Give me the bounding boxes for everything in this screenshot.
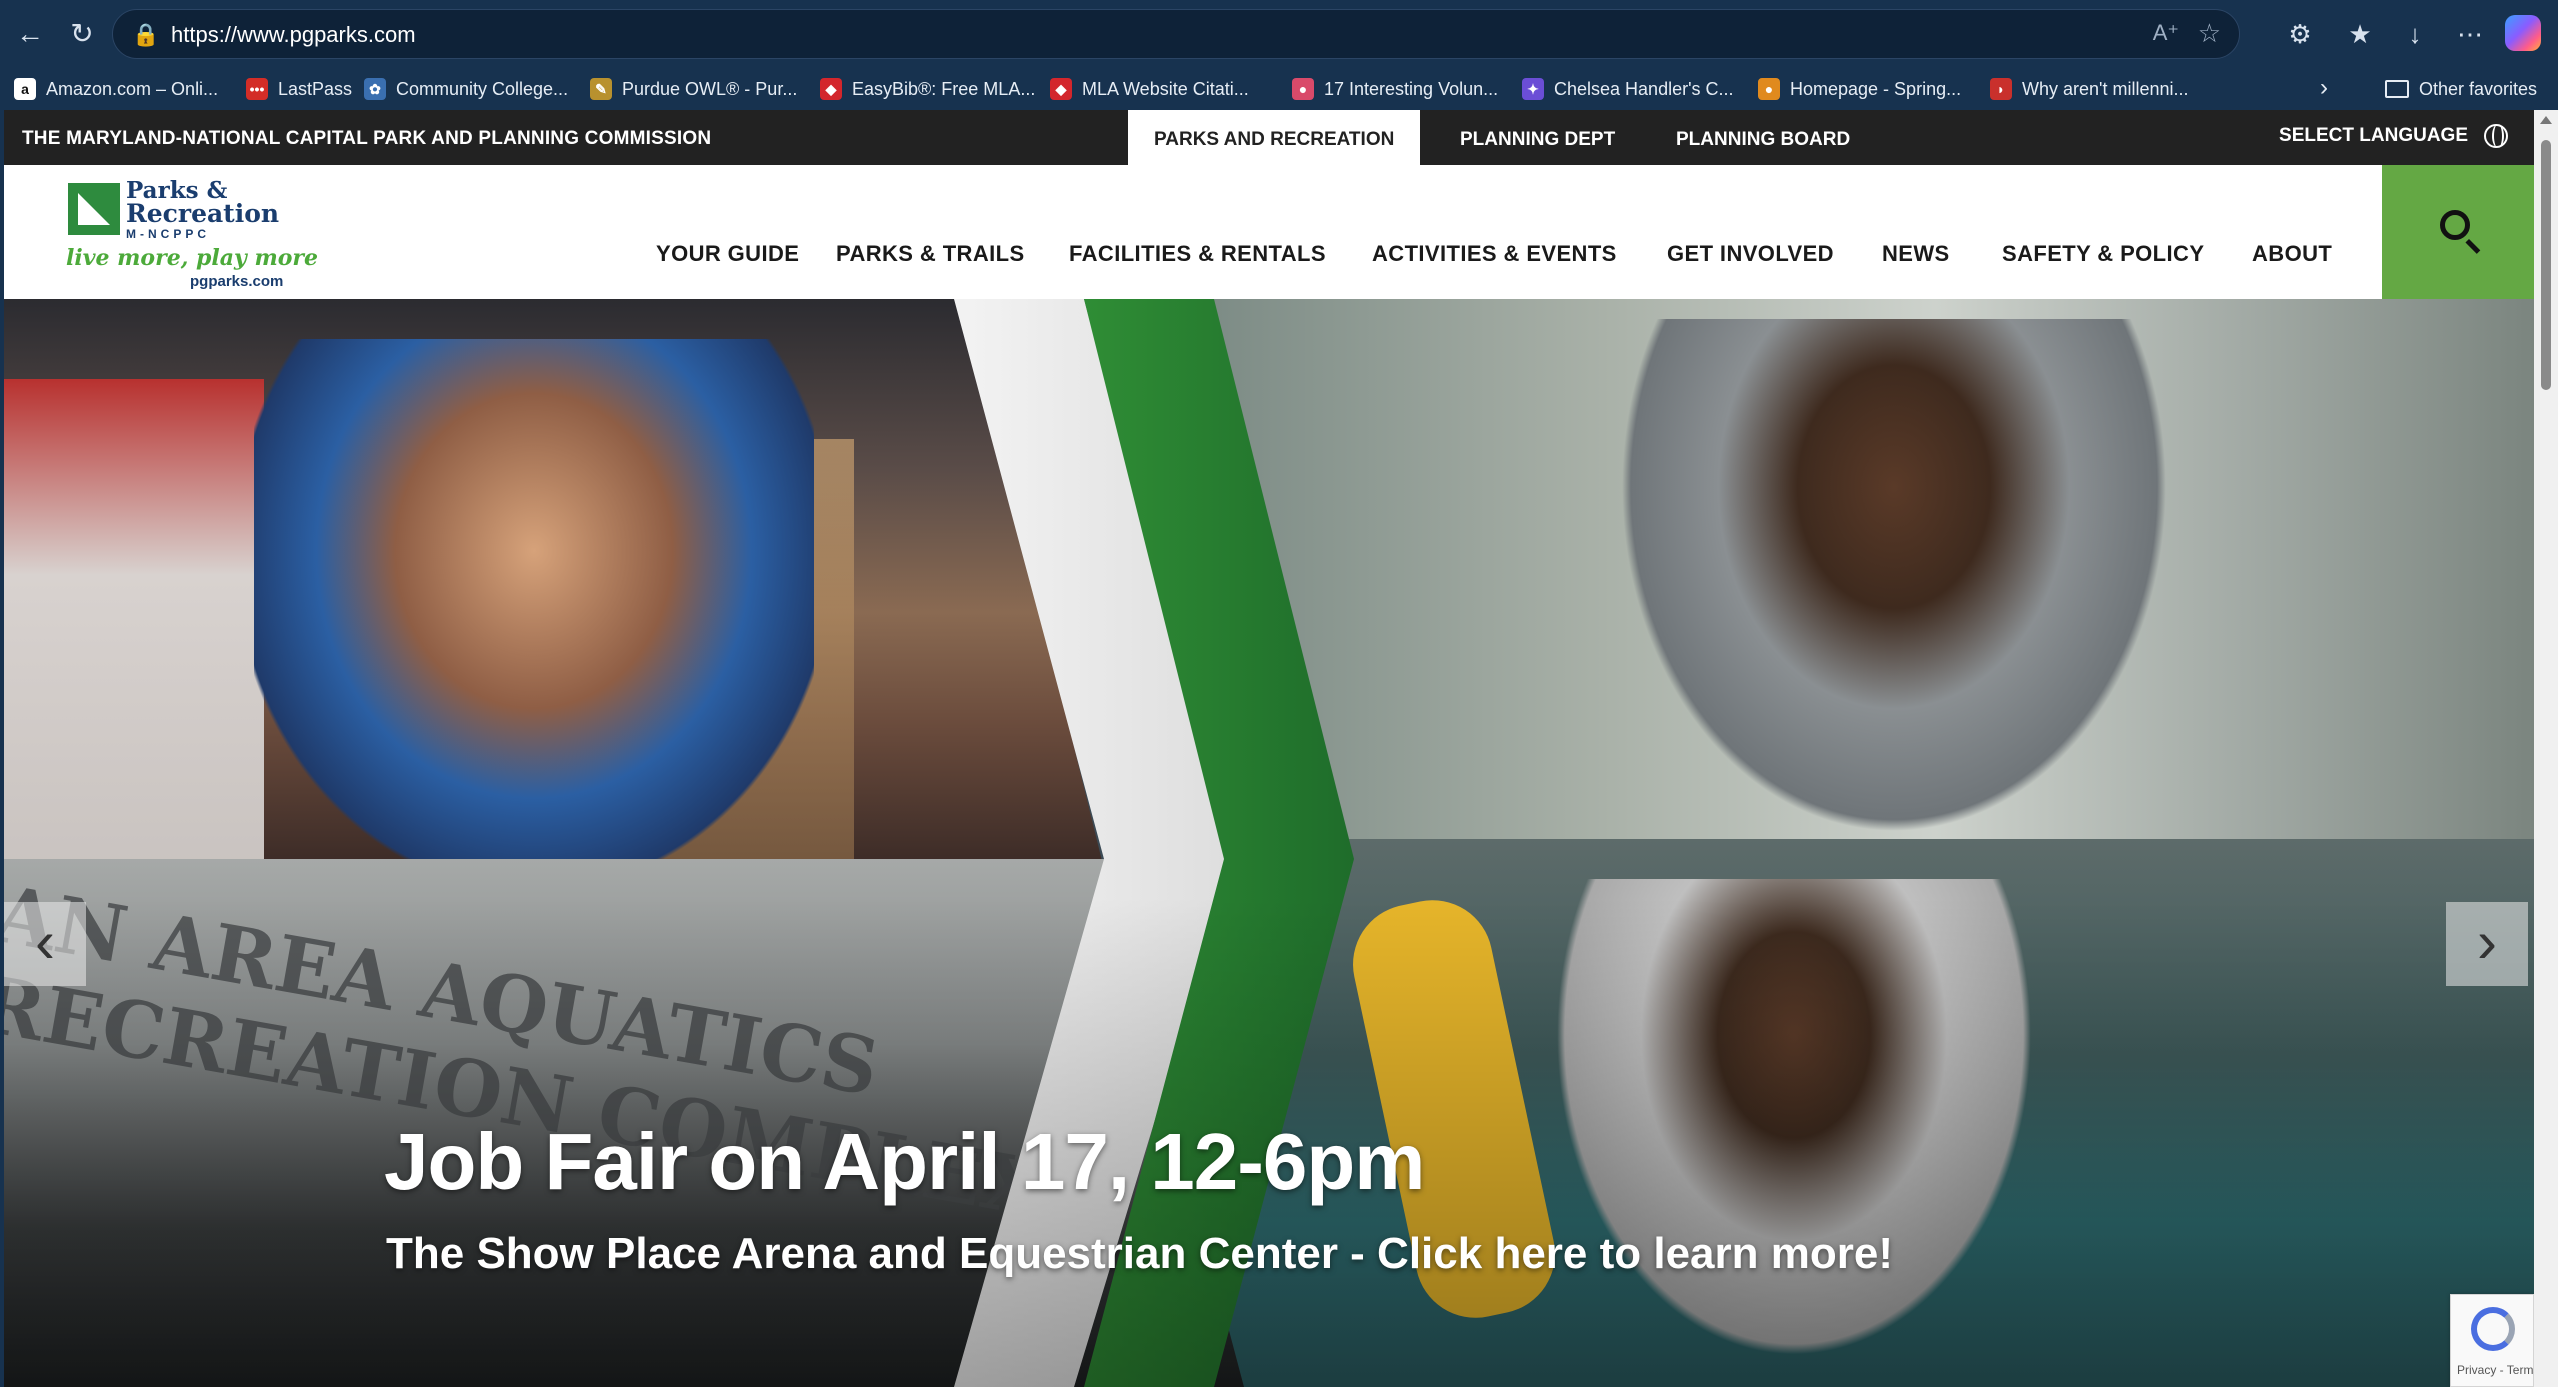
- more-menu-icon[interactable]: ⋯: [2450, 14, 2490, 54]
- logo-mark-icon: [68, 183, 120, 235]
- main-nav: Parks & Recreation M-NCPPC live more, pl…: [4, 165, 2534, 299]
- read-aloud-icon[interactable]: A⁺: [2153, 20, 2179, 46]
- favorite-favicon-icon: •••: [246, 78, 268, 100]
- chevron-right-icon[interactable]: ›: [2320, 74, 2328, 102]
- favorite-label: 17 Interesting Volun...: [1324, 78, 1499, 99]
- tab-parks-and-recreation[interactable]: PARKS AND RECREATION: [1128, 110, 1421, 165]
- logo-site: pgparks.com: [190, 273, 284, 290]
- scrollbar-thumb[interactable]: [2541, 140, 2551, 390]
- recaptcha-links[interactable]: Privacy - Terms: [2457, 1363, 2534, 1377]
- favorite-item[interactable]: ◆ EasyBib®: Free MLA...: [820, 74, 1035, 104]
- nav-about[interactable]: ABOUT: [2252, 241, 2332, 267]
- carousel-prev-icon[interactable]: ‹: [4, 902, 86, 986]
- carousel-next-icon[interactable]: ›: [2446, 902, 2528, 986]
- favorite-item[interactable]: ● Homepage - Spring...: [1758, 74, 1961, 104]
- hero-carousel[interactable]: AN AREA AQUATICS RECREATION COMPLEX Job …: [4, 299, 2534, 1387]
- favorite-label: LastPass: [278, 78, 353, 99]
- favorite-favicon-icon: ●: [1292, 78, 1314, 100]
- commission-bar: THE MARYLAND-NATIONAL CAPITAL PARK AND P…: [4, 110, 2534, 165]
- favorite-favicon-icon: ●: [1758, 78, 1780, 100]
- commission-name[interactable]: THE MARYLAND-NATIONAL CAPITAL PARK AND P…: [22, 128, 711, 150]
- url-text[interactable]: https://www.pgparks.com: [171, 22, 416, 48]
- tab-planning-dept[interactable]: PLANNING DEPT: [1434, 110, 1641, 165]
- favorite-label: Amazon.com – Onli...: [46, 78, 219, 99]
- recaptcha-badge[interactable]: Privacy - Terms: [2450, 1294, 2534, 1387]
- folder-icon: [2385, 80, 2409, 98]
- favorite-label: Homepage - Spring...: [1790, 78, 1962, 99]
- hero-subline[interactable]: The Show Place Arena and Equestrian Cent…: [386, 1229, 1893, 1279]
- address-bar[interactable]: 🔒 https://www.pgparks.com A⁺ ☆: [112, 9, 2240, 59]
- select-language[interactable]: SELECT LANGUAGE: [2279, 124, 2508, 148]
- page-scrollbar[interactable]: [2534, 110, 2558, 1387]
- search-icon: [2440, 210, 2470, 240]
- nav-activities-events[interactable]: ACTIVITIES & EVENTS: [1372, 241, 1617, 267]
- favorite-label: Community College...: [396, 78, 569, 99]
- favorite-label: MLA Website Citati...: [1082, 78, 1249, 99]
- scroll-up-icon[interactable]: [2540, 116, 2552, 124]
- logo-line-2: Recreation: [126, 199, 280, 228]
- nav-safety-policy[interactable]: SAFETY & POLICY: [2002, 241, 2204, 267]
- favorites-icon[interactable]: ★: [2340, 14, 2380, 54]
- favorites-bar: › Other favorites a Amazon.com – Onli... •…: [0, 68, 2558, 110]
- copilot-icon[interactable]: [2505, 15, 2541, 51]
- refresh-icon[interactable]: ↻: [62, 14, 102, 54]
- hero-shade: [4, 299, 2534, 1387]
- site-logo[interactable]: Parks & Recreation M-NCPPC live more, pl…: [64, 179, 318, 291]
- nav-facilities-rentals[interactable]: FACILITIES & RENTALS: [1069, 241, 1326, 267]
- favorite-favicon-icon: ◆: [1050, 78, 1072, 100]
- recaptcha-icon: [2471, 1307, 2515, 1351]
- favorite-favicon-icon: ◗: [1990, 78, 2012, 100]
- nav-news[interactable]: NEWS: [1882, 241, 1950, 267]
- extensions-icon[interactable]: ⚙: [2280, 14, 2320, 54]
- favorite-item[interactable]: ◗ Why aren't millenni...: [1990, 74, 2189, 104]
- other-favorites[interactable]: Other favorites: [2385, 74, 2537, 104]
- favorite-favicon-icon: ✎: [590, 78, 612, 100]
- favorite-item[interactable]: ● 17 Interesting Volun...: [1292, 74, 1498, 104]
- nav-your-guide[interactable]: YOUR GUIDE: [656, 241, 799, 267]
- favorite-item[interactable]: ✿ Community College...: [364, 74, 568, 104]
- select-language-label: SELECT LANGUAGE: [2279, 125, 2468, 146]
- back-icon[interactable]: ←: [10, 14, 50, 54]
- favorite-favicon-icon: ◆: [820, 78, 842, 100]
- favorite-favicon-icon: ✿: [364, 78, 386, 100]
- browser-window: ← ↻ 🔒 https://www.pgparks.com A⁺ ☆ ⚙ ★ ↓…: [0, 0, 2558, 1387]
- logo-line-3: M-NCPPC: [126, 227, 210, 241]
- favorite-item[interactable]: ••• LastPass: [246, 74, 352, 104]
- favorite-item[interactable]: ✎ Purdue OWL® - Pur...: [590, 74, 797, 104]
- nav-parks-trails[interactable]: PARKS & TRAILS: [836, 241, 1025, 267]
- favorite-label: Purdue OWL® - Pur...: [622, 78, 798, 99]
- web-page: THE MARYLAND-NATIONAL CAPITAL PARK AND P…: [4, 110, 2534, 1387]
- search-button[interactable]: [2382, 165, 2534, 299]
- downloads-icon[interactable]: ↓: [2395, 14, 2435, 54]
- favorite-item[interactable]: a Amazon.com – Onli...: [14, 74, 218, 104]
- favorite-label: EasyBib®: Free MLA...: [852, 78, 1036, 99]
- favorite-star-icon[interactable]: ☆: [2198, 18, 2221, 49]
- favorite-label: Why aren't millenni...: [2022, 78, 2189, 99]
- favorite-favicon-icon: ✦: [1522, 78, 1544, 100]
- globe-icon: [2484, 124, 2508, 148]
- favorite-label: Chelsea Handler's C...: [1554, 78, 1734, 99]
- favorite-favicon-icon: a: [14, 78, 36, 100]
- browser-toolbar: ← ↻ 🔒 https://www.pgparks.com A⁺ ☆ ⚙ ★ ↓…: [0, 0, 2558, 68]
- nav-get-involved[interactable]: GET INVOLVED: [1667, 241, 1834, 267]
- lock-icon[interactable]: 🔒: [131, 20, 161, 50]
- favorite-item[interactable]: ✦ Chelsea Handler's C...: [1522, 74, 1734, 104]
- other-favorites-label: Other favorites: [2419, 78, 2538, 99]
- tab-planning-board[interactable]: PLANNING BOARD: [1650, 110, 1876, 165]
- favorite-item[interactable]: ◆ MLA Website Citati...: [1050, 74, 1249, 104]
- logo-tagline: live more, play more: [66, 245, 318, 271]
- hero-headline[interactable]: Job Fair on April 17, 12-6pm: [384, 1116, 1425, 1208]
